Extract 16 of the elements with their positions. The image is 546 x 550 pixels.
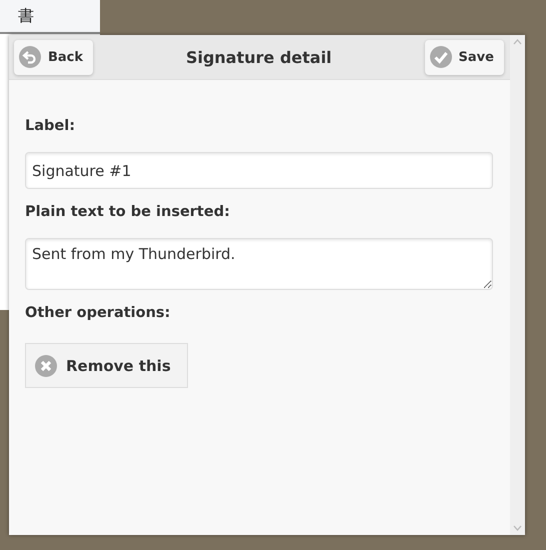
scrollbar[interactable]	[510, 35, 525, 535]
scroll-down-icon[interactable]	[513, 525, 522, 531]
toolbar-button[interactable]: 書	[16, 6, 36, 26]
undo-icon	[19, 46, 41, 68]
remove-button[interactable]: Remove this	[25, 343, 188, 388]
remove-icon	[35, 354, 57, 376]
section-label: Other operations:	[25, 305, 172, 321]
back-button[interactable]: Back	[14, 40, 94, 74]
dialog-title: Signature detail	[186, 48, 332, 66]
field-label: Plain text to be inserted:	[25, 204, 231, 220]
save-button[interactable]: Save	[424, 40, 504, 74]
check-icon	[430, 46, 452, 68]
label-field[interactable]: Signature #1	[25, 152, 493, 189]
field-label: Label:	[25, 118, 76, 134]
scroll-up-icon[interactable]	[513, 39, 522, 45]
text-area[interactable]: Sent from my Thunderbird.	[25, 238, 493, 290]
